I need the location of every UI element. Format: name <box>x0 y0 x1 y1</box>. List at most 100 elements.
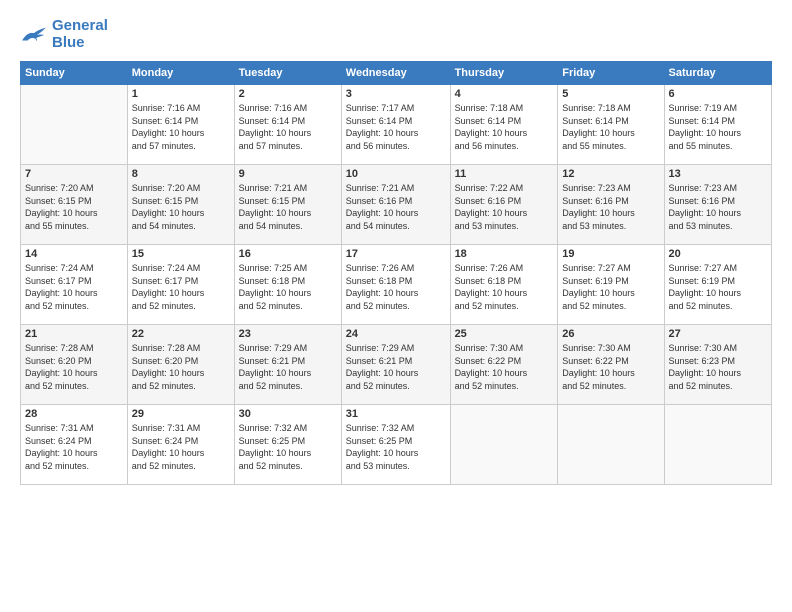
day-info: Sunrise: 7:21 AM Sunset: 6:16 PM Dayligh… <box>346 182 446 232</box>
weekday-header-friday: Friday <box>558 62 664 85</box>
calendar-cell: 15 Sunrise: 7:24 AM Sunset: 6:17 PM Dayli… <box>127 245 234 325</box>
day-number: 21 <box>25 328 123 340</box>
day-info: Sunrise: 7:31 AM Sunset: 6:24 PM Dayligh… <box>25 422 123 472</box>
day-number: 23 <box>239 328 337 340</box>
calendar-cell: 22Sunrise: 7:28 AM Sunset: 6:20 PM Dayli… <box>127 325 234 405</box>
day-number: 11 <box>455 168 554 180</box>
calendar-cell: 23 Sunrise: 7:29 AM Sunset: 6:21 PM Dayli… <box>234 325 341 405</box>
calendar-cell: 17 Sunrise: 7:26 AM Sunset: 6:18 PM Dayli… <box>341 245 450 325</box>
weekday-header-wednesday: Wednesday <box>341 62 450 85</box>
header: General Blue <box>20 18 772 51</box>
day-info: Sunrise: 7:26 AM Sunset: 6:18 PM Dayligh… <box>455 262 554 312</box>
calendar-cell: 18 Sunrise: 7:26 AM Sunset: 6:18 PM Dayli… <box>450 245 558 325</box>
day-info: Sunrise: 7:19 AM Sunset: 6:14 PM Dayligh… <box>669 102 767 152</box>
day-info: Sunrise: 7:17 AM Sunset: 6:14 PM Dayligh… <box>346 102 446 152</box>
day-info: Sunrise: 7:27 AM Sunset: 6:19 PM Dayligh… <box>562 262 659 312</box>
day-number: 31 <box>346 408 446 420</box>
day-info: Sunrise: 7:16 AM Sunset: 6:14 PM Dayligh… <box>132 102 230 152</box>
day-info: Sunrise: 7:31 AM Sunset: 6:24 PM Dayligh… <box>132 422 230 472</box>
day-info: Sunrise: 7:26 AM Sunset: 6:18 PM Dayligh… <box>346 262 446 312</box>
calendar-cell: 19 Sunrise: 7:27 AM Sunset: 6:19 PM Dayli… <box>558 245 664 325</box>
day-number: 25 <box>455 328 554 340</box>
day-info: Sunrise: 7:30 AM Sunset: 6:22 PM Dayligh… <box>562 342 659 392</box>
day-info: Sunrise: 7:29 AM Sunset: 6:21 PM Dayligh… <box>346 342 446 392</box>
day-info: Sunrise: 7:25 AM Sunset: 6:18 PM Dayligh… <box>239 262 337 312</box>
day-number: 13 <box>669 168 767 180</box>
day-number: 22 <box>132 328 230 340</box>
day-info: Sunrise: 7:18 AM Sunset: 6:14 PM Dayligh… <box>562 102 659 152</box>
logo-text: General Blue <box>52 18 108 51</box>
day-number: 1 <box>132 88 230 100</box>
day-info: Sunrise: 7:18 AM Sunset: 6:14 PM Dayligh… <box>455 102 554 152</box>
calendar-cell: 7 Sunrise: 7:20 AM Sunset: 6:15 PM Daylig… <box>21 165 128 245</box>
calendar-cell: 8 Sunrise: 7:20 AM Sunset: 6:15 PM Daylig… <box>127 165 234 245</box>
calendar-cell: 10 Sunrise: 7:21 AM Sunset: 6:16 PM Dayli… <box>341 165 450 245</box>
day-number: 6 <box>669 88 767 100</box>
weekday-header-row: SundayMondayTuesdayWednesdayThursdayFrid… <box>21 62 772 85</box>
calendar-cell: 29Sunrise: 7:31 AM Sunset: 6:24 PM Dayli… <box>127 405 234 485</box>
day-info: Sunrise: 7:23 AM Sunset: 6:16 PM Dayligh… <box>669 182 767 232</box>
day-info: Sunrise: 7:16 AM Sunset: 6:14 PM Dayligh… <box>239 102 337 152</box>
weekday-header-monday: Monday <box>127 62 234 85</box>
day-number: 19 <box>562 248 659 260</box>
day-number: 27 <box>669 328 767 340</box>
day-number: 15 <box>132 248 230 260</box>
week-row-3: 14 Sunrise: 7:24 AM Sunset: 6:17 PM Dayli… <box>21 245 772 325</box>
calendar-cell: 1 Sunrise: 7:16 AM Sunset: 6:14 PM Daylig… <box>127 85 234 165</box>
calendar-cell: 2 Sunrise: 7:16 AM Sunset: 6:14 PM Daylig… <box>234 85 341 165</box>
calendar-cell <box>664 405 771 485</box>
day-info: Sunrise: 7:24 AM Sunset: 6:17 PM Dayligh… <box>25 262 123 312</box>
day-number: 17 <box>346 248 446 260</box>
day-number: 8 <box>132 168 230 180</box>
day-number: 26 <box>562 328 659 340</box>
day-number: 4 <box>455 88 554 100</box>
day-info: Sunrise: 7:20 AM Sunset: 6:15 PM Dayligh… <box>132 182 230 232</box>
day-number: 20 <box>669 248 767 260</box>
calendar-cell <box>558 405 664 485</box>
calendar-cell: 9 Sunrise: 7:21 AM Sunset: 6:15 PM Daylig… <box>234 165 341 245</box>
day-number: 30 <box>239 408 337 420</box>
day-info: Sunrise: 7:24 AM Sunset: 6:17 PM Dayligh… <box>132 262 230 312</box>
day-info: Sunrise: 7:32 AM Sunset: 6:25 PM Dayligh… <box>346 422 446 472</box>
calendar-cell: 28 Sunrise: 7:31 AM Sunset: 6:24 PM Dayli… <box>21 405 128 485</box>
day-number: 9 <box>239 168 337 180</box>
day-number: 28 <box>25 408 123 420</box>
calendar-cell: 25 Sunrise: 7:30 AM Sunset: 6:22 PM Dayli… <box>450 325 558 405</box>
day-number: 18 <box>455 248 554 260</box>
day-number: 16 <box>239 248 337 260</box>
day-info: Sunrise: 7:30 AM Sunset: 6:23 PM Dayligh… <box>669 342 767 392</box>
weekday-header-thursday: Thursday <box>450 62 558 85</box>
logo-bird-icon <box>20 24 48 46</box>
day-number: 5 <box>562 88 659 100</box>
day-info: Sunrise: 7:27 AM Sunset: 6:19 PM Dayligh… <box>669 262 767 312</box>
day-number: 24 <box>346 328 446 340</box>
day-info: Sunrise: 7:23 AM Sunset: 6:16 PM Dayligh… <box>562 182 659 232</box>
calendar-table: SundayMondayTuesdayWednesdayThursdayFrid… <box>20 61 772 485</box>
calendar-cell: 14 Sunrise: 7:24 AM Sunset: 6:17 PM Dayli… <box>21 245 128 325</box>
week-row-2: 7 Sunrise: 7:20 AM Sunset: 6:15 PM Daylig… <box>21 165 772 245</box>
day-info: Sunrise: 7:29 AM Sunset: 6:21 PM Dayligh… <box>239 342 337 392</box>
day-info: Sunrise: 7:30 AM Sunset: 6:22 PM Dayligh… <box>455 342 554 392</box>
day-number: 3 <box>346 88 446 100</box>
calendar-cell: 11 Sunrise: 7:22 AM Sunset: 6:16 PM Dayli… <box>450 165 558 245</box>
day-info: Sunrise: 7:22 AM Sunset: 6:16 PM Dayligh… <box>455 182 554 232</box>
calendar-cell: 6 Sunrise: 7:19 AM Sunset: 6:14 PM Daylig… <box>664 85 771 165</box>
week-row-4: 21 Sunrise: 7:28 AM Sunset: 6:20 PM Dayli… <box>21 325 772 405</box>
calendar-cell: 27 Sunrise: 7:30 AM Sunset: 6:23 PM Dayli… <box>664 325 771 405</box>
day-number: 7 <box>25 168 123 180</box>
page: General Blue SundayMondayTuesdayWednesda… <box>0 0 792 612</box>
day-info: Sunrise: 7:28 AM Sunset: 6:20 PM Dayligh… <box>25 342 123 392</box>
calendar-cell: 12Sunrise: 7:23 AM Sunset: 6:16 PM Dayli… <box>558 165 664 245</box>
calendar-cell: 21 Sunrise: 7:28 AM Sunset: 6:20 PM Dayli… <box>21 325 128 405</box>
week-row-5: 28 Sunrise: 7:31 AM Sunset: 6:24 PM Dayli… <box>21 405 772 485</box>
day-number: 2 <box>239 88 337 100</box>
calendar-cell: 5 Sunrise: 7:18 AM Sunset: 6:14 PM Daylig… <box>558 85 664 165</box>
day-number: 14 <box>25 248 123 260</box>
calendar-cell: 16 Sunrise: 7:25 AM Sunset: 6:18 PM Dayli… <box>234 245 341 325</box>
calendar-cell: 13 Sunrise: 7:23 AM Sunset: 6:16 PM Dayli… <box>664 165 771 245</box>
day-info: Sunrise: 7:21 AM Sunset: 6:15 PM Dayligh… <box>239 182 337 232</box>
day-number: 10 <box>346 168 446 180</box>
week-row-1: 1 Sunrise: 7:16 AM Sunset: 6:14 PM Daylig… <box>21 85 772 165</box>
calendar-cell: 20 Sunrise: 7:27 AM Sunset: 6:19 PM Dayli… <box>664 245 771 325</box>
day-info: Sunrise: 7:20 AM Sunset: 6:15 PM Dayligh… <box>25 182 123 232</box>
